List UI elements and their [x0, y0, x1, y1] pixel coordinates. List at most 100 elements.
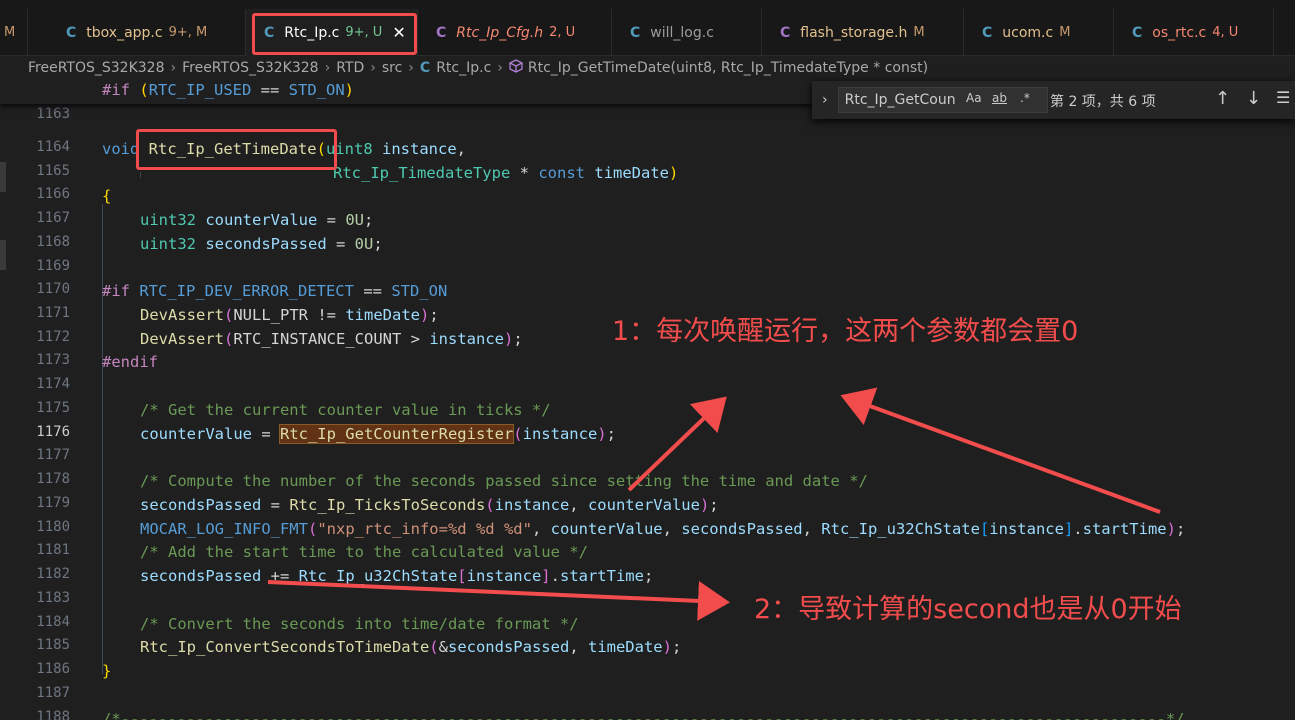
tab-name: flash_storage.h — [800, 24, 908, 41]
code-line: #if RTC_IP_DEV_ERROR_DETECT == STD_ON — [102, 282, 448, 300]
tab-ucom[interactable]: C ucom.c M — [964, 9, 1114, 56]
next-match-arrow-down-icon[interactable]: ↓ — [1246, 88, 1261, 109]
chevron-right-icon: › — [370, 60, 376, 76]
breadcrumb-item[interactable]: Rtc_Ip_GetTimeDate(uint8, Rtc_Ip_Timedat… — [528, 60, 928, 76]
line-number: 1179 — [36, 495, 70, 511]
tab-tbox-app[interactable]: C tbox_app.c 9+, M — [48, 9, 246, 56]
toggle-replace-chevron-icon[interactable]: › — [822, 92, 828, 108]
line-number: 1167 — [36, 210, 70, 226]
c-file-icon: C — [630, 24, 641, 41]
tab-name: will_log.c — [650, 24, 714, 41]
chevron-right-icon: › — [324, 60, 331, 76]
line-number: 1174 — [36, 376, 70, 392]
line-number: 1187 — [36, 685, 70, 701]
line-number-current: 1176 — [36, 424, 70, 440]
editor-tab-bar: M C tbox_app.c 9+, M C Rtc_Ip.c 9+, U ✕ … — [0, 0, 1295, 56]
c-file-icon: C — [419, 60, 431, 76]
match-whole-word-icon[interactable]: ab — [992, 91, 1007, 105]
code-line: secondsPassed = Rtc_Ip_TicksToSeconds(in… — [140, 496, 719, 514]
line-number: 1181 — [36, 542, 70, 558]
tab-status: 9+, M — [168, 25, 208, 40]
code-line: uint32 counterValue = 0U; — [140, 211, 374, 229]
tab-will-log[interactable]: C will_log.c — [612, 9, 762, 56]
line-number: 1169 — [36, 258, 70, 274]
chevron-right-icon: › — [497, 60, 503, 76]
chevron-right-icon: › — [170, 60, 177, 76]
annotation-box-active-tab — [252, 13, 417, 55]
code-line: secondsPassed += Rtc_Ip_u32ChState[insta… — [140, 567, 654, 585]
code-line: { — [102, 187, 112, 205]
method-cube-icon — [509, 59, 523, 77]
match-case-icon[interactable]: Aa — [966, 91, 982, 105]
breadcrumb: FreeRTOS_S32K328 › FreeRTOS_S32K328 › RT… — [0, 56, 1295, 80]
tab-name: Rtc_Ip_Cfg.h — [456, 24, 544, 41]
line-number: 1164 — [36, 139, 70, 155]
line-number: 1184 — [36, 614, 70, 630]
line-number: 1172 — [36, 329, 70, 345]
line-number-gutter: 1163 1163 1164 1165 1166 1167 1168 1169 … — [0, 80, 100, 720]
breadcrumb-item[interactable]: FreeRTOS_S32K328 — [28, 60, 164, 76]
line-number: 1175 — [36, 400, 70, 416]
regex-icon[interactable]: .* — [1020, 91, 1030, 105]
code-line: /* Get the current counter value in tick… — [140, 401, 551, 419]
tab-status: M — [913, 25, 925, 40]
line-number: 1185 — [36, 637, 70, 653]
line-number: 1170 — [36, 281, 70, 297]
tab-name: ucom.c — [1002, 24, 1054, 41]
code-line: counterValue = Rtc_Ip_GetCounterRegister… — [140, 424, 616, 444]
tab-os-rtc[interactable]: C os_rtc.c 4, U — [1114, 9, 1274, 56]
code-line: #endif — [102, 353, 158, 371]
previous-match-arrow-up-icon[interactable]: ↑ — [1215, 88, 1230, 109]
c-file-icon: C — [1132, 24, 1143, 41]
line-number: 1168 — [36, 234, 70, 250]
line-number: 1177 — [36, 447, 70, 463]
c-file-icon: C — [66, 24, 77, 41]
tab-name: tbox_app.c — [86, 24, 163, 41]
c-header-icon: C — [780, 24, 791, 41]
sticky-line: #if (RTC_IP_USED == STD_ON) — [102, 81, 355, 99]
line-number: 1173 — [36, 352, 70, 368]
line-number: 1180 — [36, 519, 70, 535]
tab-status: M — [1059, 25, 1071, 40]
annotation-note-2: 2：导致计算的second也是从0开始 — [754, 594, 1182, 625]
code-line: uint32 secondsPassed = 0U; — [140, 235, 383, 253]
code-line: /* Add the start time to the calculated … — [140, 543, 588, 561]
code-line: DevAssert(RTC_INSTANCE_COUNT > instance)… — [140, 330, 523, 348]
tab-name: os_rtc.c — [1152, 24, 1207, 41]
tab-flash-storage[interactable]: C flash_storage.h M — [762, 9, 964, 56]
line-number: 1166 — [36, 186, 70, 202]
tab-rtc-ip-cfg[interactable]: C Rtc_Ip_Cfg.h 2, U — [418, 9, 612, 56]
line-number: 1188 — [36, 709, 70, 720]
breadcrumb-item[interactable]: Rtc_Ip.c — [436, 60, 491, 76]
line-number: 1171 — [36, 305, 70, 321]
breadcrumb-item[interactable]: FreeRTOS_S32K328 — [182, 60, 318, 76]
tab-status: 2, U — [549, 25, 576, 40]
code-line: } — [102, 662, 112, 680]
tab-status: M — [4, 25, 16, 40]
tab-status: 4, U — [1212, 25, 1239, 40]
breadcrumb-item[interactable]: src — [382, 60, 402, 76]
code-line: Rtc_Ip_ConvertSecondsToTimeDate(&seconds… — [140, 638, 682, 656]
find-in-selection-menu-icon[interactable]: ☰ — [1276, 88, 1290, 107]
find-result-count: 第 2 项，共 6 项 — [1050, 94, 1156, 110]
annotation-box-function-name — [136, 129, 337, 170]
search-match-highlight: Rtc_Ip_GetCounterRegister — [278, 424, 515, 444]
c-header-icon: C — [436, 24, 447, 41]
code-line: DevAssert(NULL_PTR != timeDate); — [140, 306, 439, 324]
chevron-right-icon: › — [408, 60, 414, 76]
c-file-icon: C — [982, 24, 993, 41]
tab-partial[interactable]: M — [0, 9, 28, 56]
line-number: 1183 — [36, 590, 70, 606]
code-line: /* Convert the seconds into time/date fo… — [140, 615, 579, 633]
line-number: 1186 — [36, 661, 70, 677]
line-number: 1165 — [36, 163, 70, 179]
breadcrumb-item[interactable]: RTD — [336, 60, 364, 76]
code-line: /*--------------------------------------… — [102, 710, 1185, 720]
annotation-note-1: 1：每次唤醒运行，这两个参数都会置0 — [612, 316, 1079, 347]
line-number: 1178 — [36, 471, 70, 487]
code-line: Rtc_Ip_TimedateType * const timeDate) — [333, 164, 679, 182]
line-number: 1182 — [36, 566, 70, 582]
code-line: /* Compute the number of the seconds pas… — [140, 472, 868, 490]
code-line: MOCAR_LOG_INFO_FMT("nxp_rtc_info=%d %d %… — [140, 520, 1186, 538]
find-input[interactable] — [837, 87, 1048, 113]
